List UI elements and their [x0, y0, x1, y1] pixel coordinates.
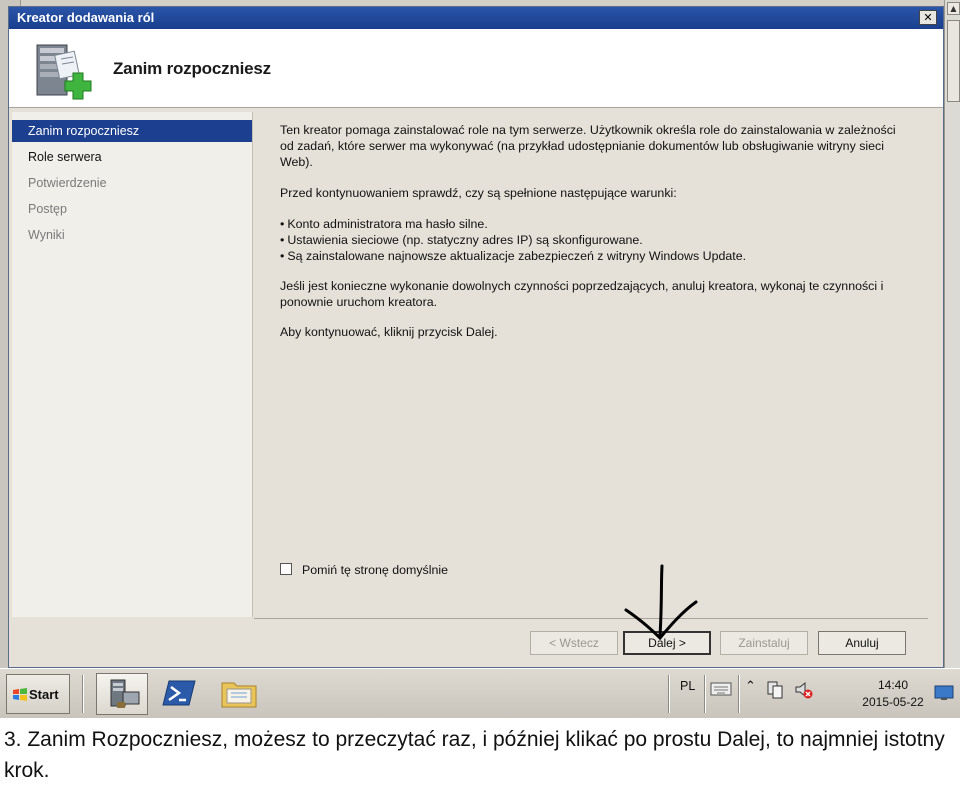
screenshot: ▲ Kreator dodawania ról ✕ Zanim rozpoczn…: [0, 0, 960, 718]
clock[interactable]: 14:40 2015-05-22: [856, 677, 930, 711]
scroll-up-icon[interactable]: ▲: [947, 2, 960, 15]
hand-drawn-arrow-annotation: [624, 564, 698, 641]
back-button[interactable]: < Wstecz: [530, 631, 618, 655]
server-manager-icon: [110, 679, 140, 708]
start-button[interactable]: Start: [6, 674, 70, 714]
show-hidden-icons-icon[interactable]: ⌃: [745, 678, 756, 694]
taskbar-separator: [738, 675, 740, 713]
show-desktop-icon[interactable]: [934, 685, 954, 701]
explorer-taskbar-button[interactable]: [214, 673, 266, 715]
start-label: Start: [29, 687, 59, 702]
skip-page-checkbox[interactable]: [280, 563, 292, 575]
taskbar-separator: [704, 675, 706, 713]
folder-icon: [221, 682, 257, 708]
tutorial-caption: 3. Zanim Rozpoczniesz, możesz to przeczy…: [4, 728, 945, 782]
step-confirmation: Potwierdzenie: [28, 176, 107, 190]
list-item: Konto administratora ma hasło silne.: [280, 216, 910, 232]
clock-time: 14:40: [877, 678, 909, 692]
wizard-steps-sidebar: Zanim rozpoczniesz Role serwera Potwierd…: [12, 112, 253, 617]
server-manager-taskbar-button[interactable]: [96, 673, 148, 715]
prerequisites-list: Konto administratora ma hasło silne. Ust…: [280, 216, 910, 264]
intro-paragraph: Ten kreator pomaga zainstalować role na …: [280, 123, 896, 169]
powershell-icon: [162, 680, 196, 706]
cancel-button[interactable]: Anuluj: [818, 631, 906, 655]
install-button[interactable]: Zainstaluj: [720, 631, 808, 655]
taskbar-separator: [668, 675, 670, 713]
taskbar-separator: [82, 675, 84, 713]
powershell-taskbar-button[interactable]: [155, 673, 207, 715]
cancel-advice-paragraph: Jeśli jest konieczne wykonanie dowolnych…: [280, 279, 884, 309]
windows-logo-icon: [13, 688, 27, 701]
language-indicator[interactable]: PL: [680, 679, 695, 693]
step-server-roles[interactable]: Role serwera: [12, 146, 252, 168]
title-bar[interactable]: Kreator dodawania ról ✕: [9, 7, 943, 29]
window-title: Kreator dodawania ról: [17, 10, 155, 25]
page-title: Zanim rozpoczniesz: [113, 59, 271, 78]
volume-muted-icon[interactable]: [794, 680, 814, 700]
list-item: Są zainstalowane najnowsze aktualizacje …: [280, 248, 910, 264]
wizard-content: Ten kreator pomaga zainstalować role na …: [258, 112, 928, 617]
wizard-header: Zanim rozpoczniesz: [9, 29, 943, 108]
footer-divider: [254, 618, 928, 619]
continue-instruction: Aby kontynuować, kliknij przycisk Dalej.: [280, 325, 498, 339]
taskbar: Start PL ⌃ 14:40 2015-05-22: [0, 668, 960, 718]
step-before-you-begin[interactable]: Zanim rozpoczniesz: [12, 120, 252, 142]
server-add-role-icon: [36, 44, 92, 100]
clock-date: 2015-05-22: [862, 695, 924, 709]
scroll-thumb[interactable]: [947, 20, 960, 102]
desktop-scrollbar[interactable]: ▲: [944, 0, 960, 668]
step-progress: Postęp: [28, 202, 67, 216]
keyboard-icon[interactable]: [710, 681, 732, 697]
close-button[interactable]: ✕: [919, 10, 937, 25]
prerequisites-heading: Przed kontynuowaniem sprawdź, czy są spe…: [280, 186, 677, 200]
skip-page-label[interactable]: Pomiń tę stronę domyślnie: [302, 562, 448, 578]
list-item: Ustawienia sieciowe (np. statyczny adres…: [280, 232, 910, 248]
step-results: Wyniki: [28, 228, 65, 242]
network-icon[interactable]: [766, 680, 784, 700]
